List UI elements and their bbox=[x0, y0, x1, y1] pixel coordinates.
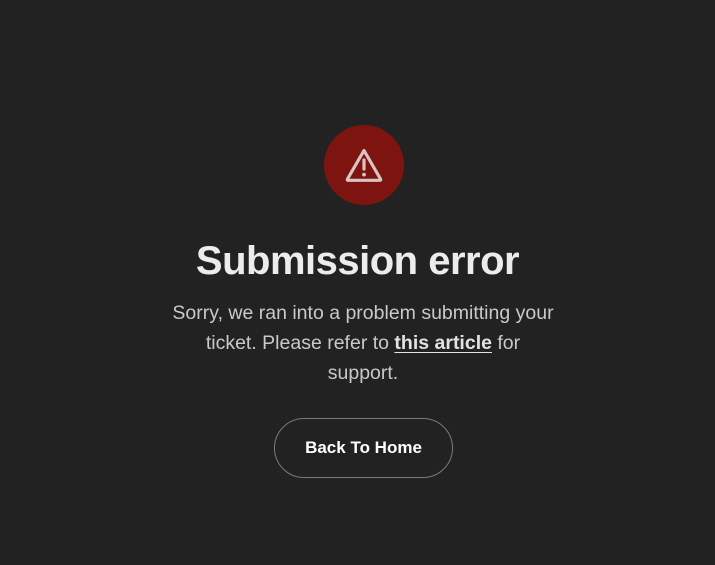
article-link[interactable]: this article bbox=[394, 332, 492, 354]
warning-triangle-icon bbox=[345, 148, 383, 182]
page-title: Submission error bbox=[195, 239, 520, 283]
error-page: Submission error Sorry, we ran into a pr… bbox=[0, 0, 715, 565]
back-to-home-button[interactable]: Back To Home bbox=[274, 418, 453, 478]
error-message: Sorry, we ran into a problem submitting … bbox=[172, 298, 554, 388]
error-icon-circle bbox=[324, 125, 404, 205]
